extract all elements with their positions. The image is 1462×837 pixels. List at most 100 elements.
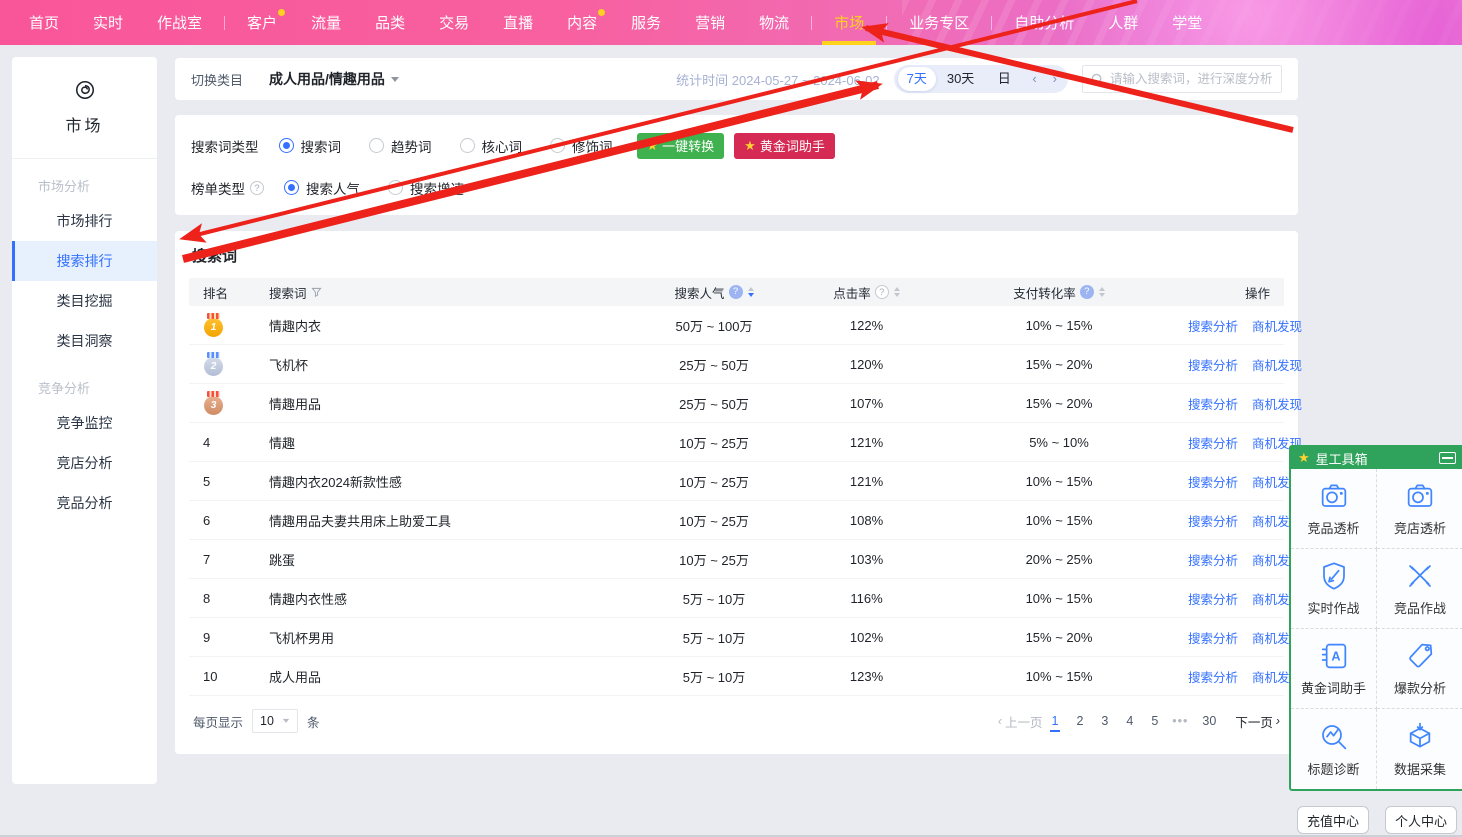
action-link[interactable]: 搜索分析 (1188, 398, 1238, 412)
nav-item[interactable]: 服务 (631, 0, 661, 45)
radio-label: 搜索词 (301, 136, 342, 156)
nav-item[interactable]: 营销 (695, 0, 725, 45)
nav-item[interactable]: 内容 (567, 0, 597, 45)
radio-option[interactable]: 核心词 (460, 136, 523, 156)
action-link[interactable]: 商机发现 (1252, 359, 1302, 373)
period-pill[interactable]: 30天 (938, 67, 983, 91)
page-number[interactable]: 1 (1050, 712, 1061, 732)
radio-selected-icon[interactable] (279, 138, 294, 153)
nav-item[interactable]: 直播 (503, 0, 533, 45)
search-word[interactable]: 飞机杯 (269, 355, 639, 374)
nav-item[interactable]: 物流 (759, 0, 789, 45)
search-word[interactable]: 情趣用品 (269, 394, 639, 413)
recharge-center-button[interactable]: 充值中心 (1297, 806, 1369, 834)
sort-icon[interactable] (894, 287, 900, 297)
page-number[interactable]: 4 (1124, 712, 1135, 730)
nav-item[interactable]: 作战室 (157, 0, 202, 45)
next-page-button[interactable]: 下一页 › (1235, 712, 1280, 731)
action-link[interactable]: 搜索分析 (1188, 515, 1238, 529)
search-word[interactable]: 飞机杯男用 (269, 628, 639, 647)
nav-item[interactable]: 品类 (375, 0, 405, 45)
help-icon[interactable]: ? (729, 285, 743, 299)
sidebar-item[interactable]: 市场排行 (12, 201, 157, 241)
search-word[interactable]: 情趣内衣2024新款性感 (269, 472, 639, 491)
toolbox-item[interactable]: 爆款分析 (1377, 629, 1462, 709)
period-next-button[interactable]: › (1046, 67, 1064, 91)
radio-option[interactable]: 搜索人气 (284, 178, 360, 198)
sidebar-item[interactable]: 竞店分析 (12, 443, 157, 483)
page-number[interactable]: 2 (1074, 712, 1085, 730)
search-word[interactable]: 跳蛋 (269, 550, 639, 569)
toolbox-item[interactable]: 竞品作战 (1377, 549, 1462, 629)
nav-item[interactable]: 客户 (247, 0, 277, 45)
action-link[interactable]: 搜索分析 (1188, 593, 1238, 607)
help-icon[interactable]: ? (875, 285, 889, 299)
search-input[interactable] (1110, 72, 1273, 86)
sidebar-item[interactable]: 类目洞察 (12, 321, 157, 361)
chevron-right-icon: › (1276, 714, 1280, 728)
row-actions: 搜索分析商机发现 (1174, 394, 1302, 413)
filter-funnel-icon[interactable] (311, 287, 322, 298)
action-link[interactable]: 商机发现 (1252, 320, 1302, 334)
toolbox-item[interactable]: 竞店透析 (1377, 469, 1462, 549)
search-word[interactable]: 情趣内衣 (269, 316, 639, 335)
category-dropdown[interactable]: 成人用品/情趣用品 (269, 69, 399, 89)
page-number[interactable]: 3 (1099, 712, 1110, 730)
radio-option[interactable]: 修饰词 (550, 136, 613, 156)
action-link[interactable]: 搜索分析 (1188, 359, 1238, 373)
action-link[interactable]: 搜索分析 (1188, 320, 1238, 334)
action-link[interactable]: 商机发现 (1252, 398, 1302, 412)
sidebar-item[interactable]: 竞品分析 (12, 483, 157, 523)
sidebar-item[interactable]: 竞争监控 (12, 403, 157, 443)
one-key-convert-button[interactable]: ★ 一键转换 (637, 133, 725, 159)
nav-item[interactable]: 实时 (93, 0, 123, 45)
radio-icon[interactable] (388, 180, 403, 195)
nav-item[interactable]: 首页 (29, 0, 59, 45)
radio-icon[interactable] (550, 138, 565, 153)
search-box[interactable] (1082, 65, 1282, 93)
sort-icon[interactable] (1099, 287, 1105, 297)
help-icon[interactable]: ? (1080, 285, 1094, 299)
toolbox-item[interactable]: 实时作战 (1291, 549, 1377, 629)
prev-page-button[interactable]: ‹ 上一页 (998, 712, 1043, 731)
per-page-select[interactable]: 10 (252, 709, 298, 733)
toolbox-item[interactable]: 标题诊断 (1291, 709, 1377, 789)
radio-selected-icon[interactable] (284, 180, 299, 195)
nav-item[interactable]: 学堂 (1172, 0, 1202, 45)
radio-icon[interactable] (460, 138, 475, 153)
search-word[interactable]: 情趣用品夫妻共用床上助爱工具 (269, 511, 639, 530)
radio-icon[interactable] (369, 138, 384, 153)
page-number[interactable]: 30 (1200, 712, 1218, 730)
action-link[interactable]: 搜索分析 (1188, 671, 1238, 685)
action-link[interactable]: 搜索分析 (1188, 632, 1238, 646)
minimize-button[interactable] (1439, 452, 1456, 464)
search-word[interactable]: 成人用品 (269, 667, 639, 686)
period-pill[interactable]: 7天 (898, 67, 936, 91)
sidebar-item[interactable]: 搜索排行 (12, 241, 157, 281)
personal-center-button[interactable]: 个人中心 (1385, 806, 1457, 834)
action-link[interactable]: 搜索分析 (1188, 554, 1238, 568)
action-link[interactable]: 搜索分析 (1188, 476, 1238, 490)
golden-word-helper-button[interactable]: ★ 黄金词助手 (734, 133, 835, 159)
action-link[interactable]: 搜索分析 (1188, 437, 1238, 451)
page-number[interactable]: 5 (1149, 712, 1160, 730)
toolbox-item[interactable]: 竞品透析 (1291, 469, 1377, 549)
toolbox-item[interactable]: A 黄金词助手 (1291, 629, 1377, 709)
sidebar-item[interactable]: 类目挖掘 (12, 281, 157, 321)
period-pill[interactable]: 日 (985, 67, 1023, 91)
nav-item[interactable]: 市场 (834, 0, 864, 45)
period-prev-button[interactable]: ‹ (1025, 67, 1043, 91)
toolbox-item[interactable]: 数据采集 (1377, 709, 1462, 789)
search-word[interactable]: 情趣 (269, 433, 639, 452)
sort-icon[interactable] (748, 287, 754, 297)
radio-option[interactable]: 趋势词 (369, 136, 432, 156)
nav-item[interactable]: 人群 (1108, 0, 1138, 45)
search-word[interactable]: 情趣内衣性感 (269, 589, 639, 608)
help-icon[interactable]: ? (250, 181, 264, 195)
radio-option[interactable]: 搜索词 (279, 136, 342, 156)
nav-item[interactable]: 交易 (439, 0, 469, 45)
radio-option[interactable]: 搜索增速 (388, 178, 464, 198)
nav-item[interactable]: 流量 (311, 0, 341, 45)
nav-item[interactable]: 业务专区 (909, 0, 969, 45)
nav-item[interactable]: 自助分析 (1014, 0, 1074, 45)
